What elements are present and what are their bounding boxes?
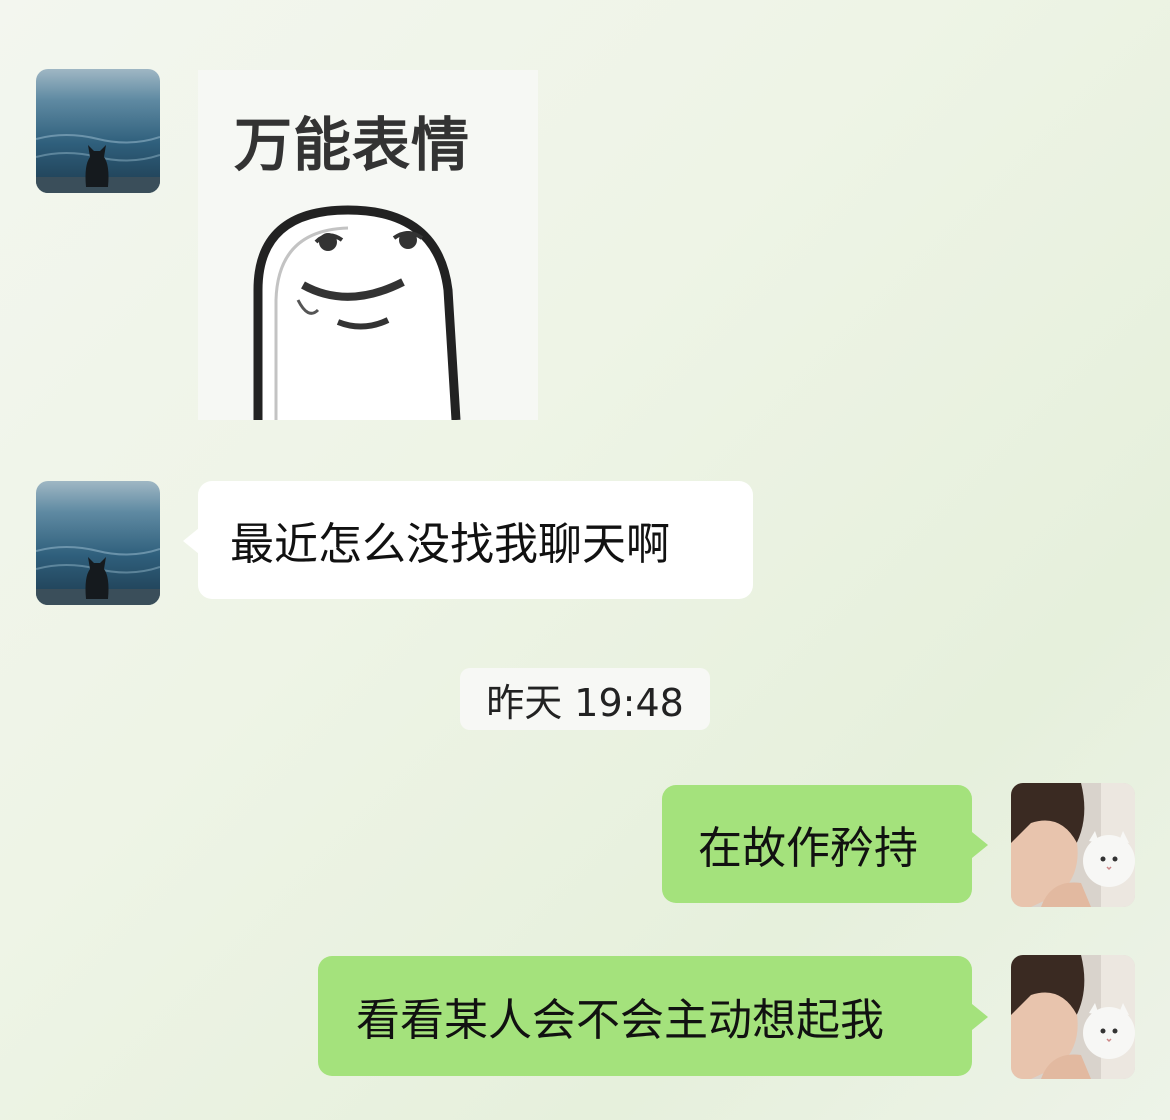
message-text: 最近怎么没找我聊天啊	[230, 519, 670, 570]
message-bubble-outgoing[interactable]: 看看某人会不会主动想起我	[318, 956, 972, 1076]
my-avatar[interactable]	[1011, 783, 1135, 907]
message-text: 看看某人会不会主动想起我	[356, 995, 884, 1046]
message-bubble-outgoing[interactable]: 在故作矜持	[662, 785, 972, 903]
contact-avatar[interactable]	[36, 481, 160, 605]
girl-with-white-cat-avatar-icon	[1011, 955, 1135, 1079]
smirk-face-sticker-icon	[253, 205, 461, 420]
my-avatar[interactable]	[1011, 955, 1135, 1079]
timestamp-text: 昨天 19:48	[486, 680, 684, 725]
contact-avatar[interactable]	[36, 69, 160, 193]
cat-by-sea-avatar-icon	[36, 481, 160, 605]
girl-with-white-cat-avatar-icon	[1011, 783, 1135, 907]
bubble-tail	[183, 528, 199, 554]
message-bubble-incoming[interactable]: 最近怎么没找我聊天啊	[198, 481, 753, 599]
message-timestamp: 昨天 19:48	[460, 668, 710, 730]
message-text: 在故作矜持	[698, 823, 918, 874]
sticker-message[interactable]: 万能表情	[198, 70, 538, 420]
cat-by-sea-avatar-icon	[36, 69, 160, 193]
bubble-tail	[972, 832, 988, 858]
bubble-tail	[972, 1004, 988, 1030]
